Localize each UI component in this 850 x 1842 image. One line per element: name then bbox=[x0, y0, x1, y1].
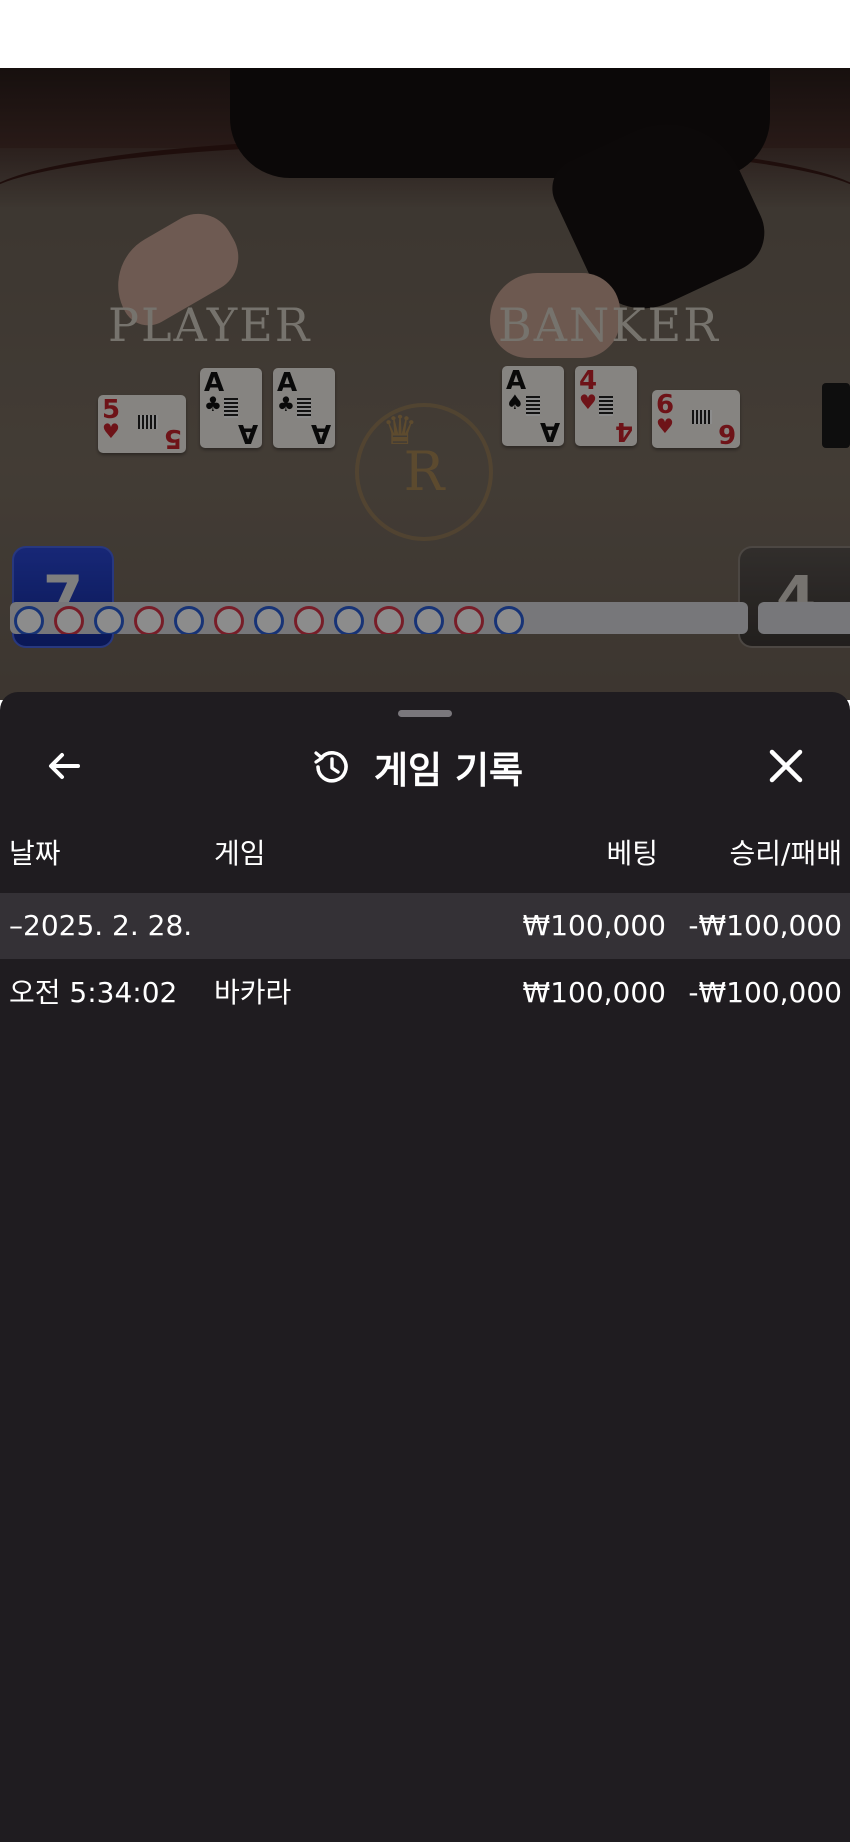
sheet-drag-handle[interactable] bbox=[398, 710, 452, 717]
dim-overlay bbox=[0, 68, 850, 700]
table-row[interactable]: 오전 5:34:02 바카라 ₩100,000 -₩100,000 bbox=[0, 960, 850, 1026]
close-button[interactable] bbox=[762, 742, 810, 790]
table-header: 날짜 게임 베팅 승리/패배 bbox=[0, 832, 850, 882]
cell-date: 오전 5:34:02 bbox=[9, 976, 178, 1009]
column-header-bet: 베팅 bbox=[606, 837, 658, 870]
column-header-winloss: 승리/패배 bbox=[729, 837, 842, 870]
close-icon bbox=[769, 749, 803, 783]
cell-winloss: -₩100,000 bbox=[688, 909, 842, 942]
back-button[interactable] bbox=[40, 742, 88, 790]
cell-bet: ₩100,000 bbox=[522, 976, 666, 1009]
cell-date: –2025. 2. 28. bbox=[9, 909, 193, 942]
table-row[interactable]: –2025. 2. 28. ₩100,000 -₩100,000 bbox=[0, 893, 850, 959]
sheet-header: 게임 기록 bbox=[310, 740, 523, 794]
history-icon bbox=[314, 751, 348, 783]
page-title: 게임 기록 bbox=[374, 749, 524, 792]
arrow-left-icon bbox=[49, 753, 80, 779]
cell-bet: ₩100,000 bbox=[522, 909, 666, 942]
game-history-sheet: 게임 기록 날짜 게임 베팅 승리/패배 –2025. 2. 28. ₩100,… bbox=[0, 692, 850, 1842]
cell-game: 바카라 bbox=[214, 976, 292, 1009]
column-header-date: 날짜 bbox=[9, 837, 61, 870]
cell-winloss: -₩100,000 bbox=[688, 976, 842, 1009]
column-header-game: 게임 bbox=[214, 837, 266, 870]
